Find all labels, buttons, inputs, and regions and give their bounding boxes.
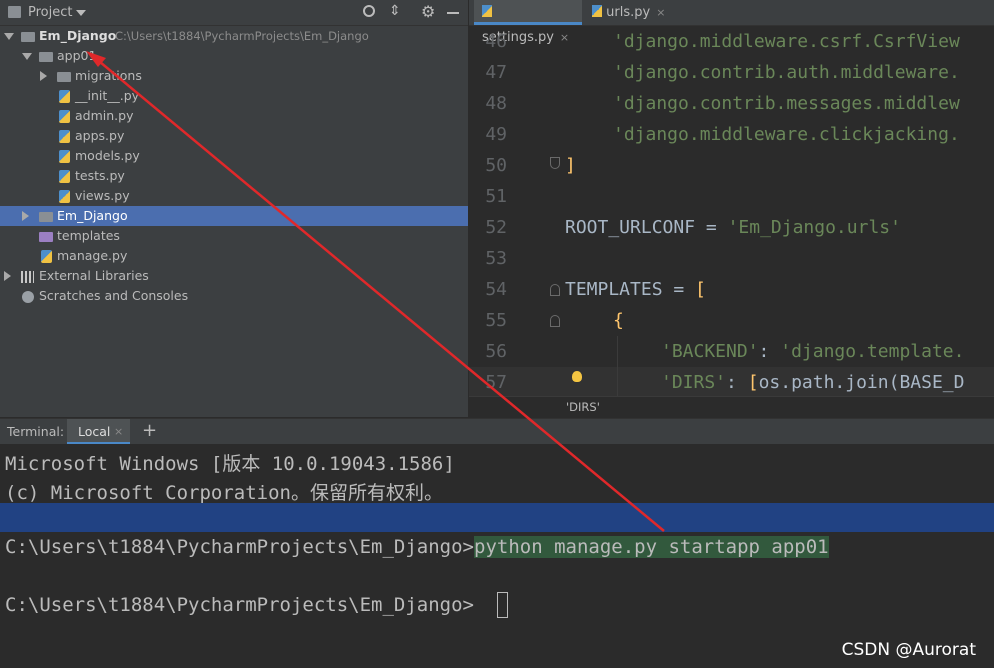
watermark: CSDN @Aurorat — [841, 640, 976, 660]
annotation-arrow — [86, 51, 665, 532]
annotation-arrow-line — [93, 56, 665, 532]
